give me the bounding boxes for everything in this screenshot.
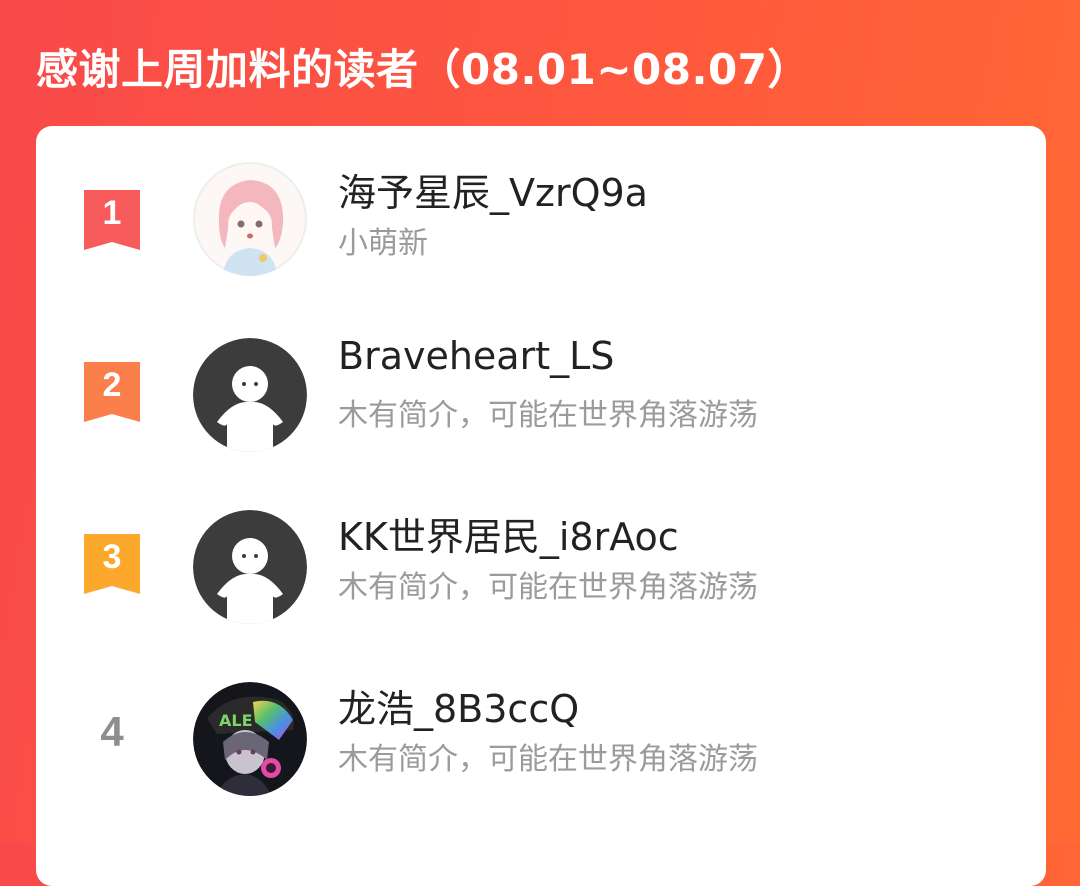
- reader-name[interactable]: Braveheart_LS: [338, 334, 614, 378]
- reader-name[interactable]: 海予星辰_VzrQ9a: [338, 162, 648, 217]
- list-item[interactable]: 3 KK世界居民_i8rAoc 木有简介，可能在世界角落游荡: [36, 506, 1046, 626]
- rank-number: 1: [102, 194, 122, 232]
- rank-badge: 3: [84, 534, 140, 594]
- rank-badge: 2: [84, 362, 140, 422]
- svg-text:ALE: ALE: [219, 711, 253, 730]
- reader-bio: 木有简介，可能在世界角落游荡: [338, 742, 758, 777]
- rank-number: 2: [102, 366, 122, 404]
- reader-bio: 木有简介，可能在世界角落游荡: [338, 398, 758, 433]
- avatar[interactable]: [193, 338, 307, 452]
- rank-number: 4: [100, 708, 124, 755]
- avatar[interactable]: [193, 162, 307, 276]
- rank-number: 3: [102, 538, 122, 576]
- rank-badge: 1: [84, 190, 140, 250]
- reader-name[interactable]: 龙浩_8B3ccQ: [338, 678, 579, 733]
- reader-bio: 木有简介，可能在世界角落游荡: [338, 570, 758, 605]
- list-item[interactable]: 2 Braveheart_LS 木有简介，可能在世界角落游荡: [36, 334, 1046, 454]
- avatar[interactable]: ALE: [193, 682, 307, 796]
- list-item[interactable]: 4 ALE 龙浩_8B3ccQ 木有简介，可能在世界角落游荡: [36, 678, 1046, 798]
- reader-bio: 小萌新: [338, 226, 428, 261]
- list-item[interactable]: 1 海予星辰_VzrQ9a 小萌新: [36, 162, 1046, 282]
- reader-name[interactable]: KK世界居民_i8rAoc: [338, 506, 679, 561]
- avatar[interactable]: [193, 510, 307, 624]
- reader-list: 1 海予星辰_VzrQ9a 小萌新 2 Braveheart_LS 木有简介，可…: [36, 126, 1046, 886]
- page-title: 感谢上周加料的读者（08.01~08.07）: [36, 45, 810, 94]
